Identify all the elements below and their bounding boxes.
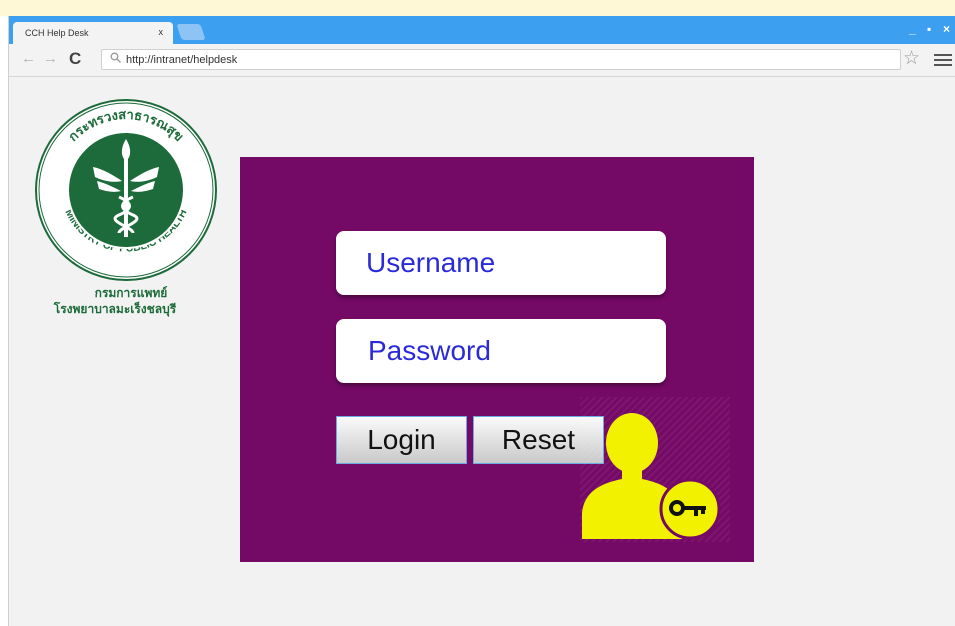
ministry-seal: กระทรวงสาธารณสุข MINISTRY OF PUBLIC HEAL… xyxy=(33,97,219,288)
login-button[interactable]: Login xyxy=(336,416,467,464)
close-window-icon[interactable]: × xyxy=(943,22,950,36)
restore-icon[interactable]: ▪ xyxy=(927,22,931,36)
back-icon[interactable]: ← xyxy=(21,50,36,67)
password-field[interactable]: Password xyxy=(336,319,666,383)
login-panel: Username Password Login Reset xyxy=(240,157,754,562)
address-bar[interactable]: http://intranet/helpdesk xyxy=(101,49,901,70)
new-tab-button[interactable] xyxy=(176,24,206,40)
forward-icon[interactable]: → xyxy=(43,50,58,67)
star-icon[interactable]: ☆ xyxy=(903,47,920,70)
search-icon xyxy=(110,52,121,66)
url-text: http://intranet/helpdesk xyxy=(126,54,238,66)
hospital-name: โรงพยาบาลมะเร็งชลบุรี xyxy=(53,302,177,316)
username-field[interactable]: Username xyxy=(336,231,666,295)
user-key-icon xyxy=(580,411,730,546)
tab-close-icon[interactable]: x xyxy=(159,27,164,37)
tab-cch-help-desk[interactable]: CCH Help Desk x xyxy=(13,22,173,44)
top-strip xyxy=(0,0,955,16)
tab-title: CCH Help Desk xyxy=(25,28,89,38)
menu-icon[interactable] xyxy=(934,54,952,69)
tab-bar: CCH Help Desk x _ ▪ × xyxy=(9,16,955,44)
reload-icon[interactable]: C xyxy=(69,49,81,69)
minimize-icon[interactable]: _ xyxy=(909,22,916,36)
browser-window: CCH Help Desk x _ ▪ × ← → C http://intra… xyxy=(8,16,955,626)
page-content: กระทรวงสาธารณสุข MINISTRY OF PUBLIC HEAL… xyxy=(9,77,955,626)
toolbar: ← → C http://intranet/helpdesk ☆ xyxy=(9,44,955,77)
